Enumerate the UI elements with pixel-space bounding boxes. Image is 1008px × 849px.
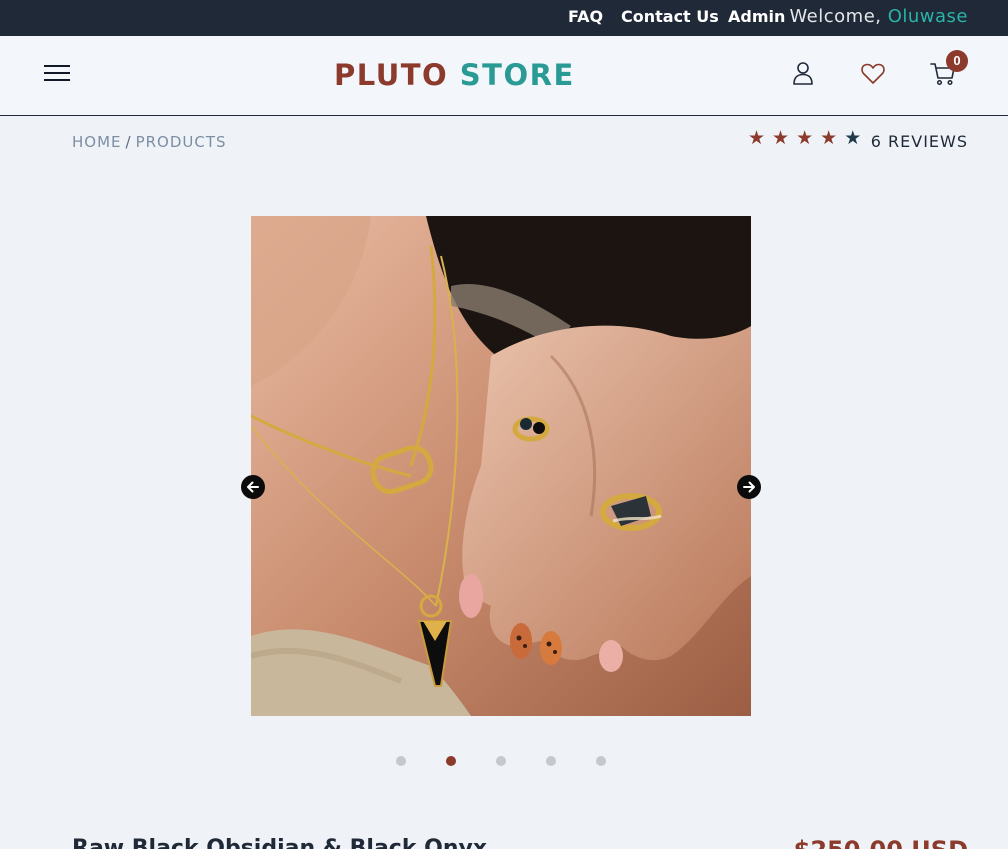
star-rating: ★ ★ ★ ★ ★	[748, 129, 861, 149]
star-icon: ★	[844, 128, 862, 149]
star-icon: ★	[820, 128, 838, 149]
breadcrumb: HOME / PRODUCTS	[72, 133, 227, 151]
logo-part2: STORE	[459, 58, 575, 92]
carousel-dot[interactable]	[546, 756, 556, 766]
breadcrumb-home[interactable]: HOME	[72, 133, 122, 151]
user-icon[interactable]	[791, 60, 815, 86]
breadcrumb-separator: /	[125, 133, 132, 151]
admin-link[interactable]: Admin	[728, 7, 785, 26]
top-bar: FAQ Contact Us Admin Welcome, Oluwase	[0, 0, 1008, 36]
wishlist-heart-icon[interactable]	[860, 62, 886, 86]
cart-count-badge[interactable]: 0	[946, 50, 968, 72]
logo-part1: PLUTO	[334, 58, 449, 92]
star-icon: ★	[748, 128, 766, 149]
star-icon: ★	[796, 128, 814, 149]
reviews-link[interactable]: 6 REVIEWS	[871, 132, 968, 151]
product-image	[251, 216, 751, 716]
product-price: $250.00 USD	[794, 836, 968, 849]
star-icon: ★	[772, 128, 790, 149]
breadcrumb-products[interactable]: PRODUCTS	[136, 133, 227, 151]
carousel-dot[interactable]	[596, 756, 606, 766]
contact-us-link[interactable]: Contact Us	[621, 7, 719, 26]
welcome-message: Welcome, Oluwase	[789, 6, 968, 27]
carousel-dot[interactable]	[446, 756, 456, 766]
product-title: Raw Black Obsidian & Black Onyx	[72, 836, 488, 849]
menu-icon[interactable]	[44, 64, 70, 82]
welcome-label: Welcome,	[789, 6, 888, 27]
carousel-dot[interactable]	[396, 756, 406, 766]
store-logo[interactable]: PLUTO STORE	[334, 58, 575, 92]
carousel-next-arrow-icon[interactable]	[737, 475, 761, 499]
jewelry-photo	[251, 216, 751, 716]
faq-link[interactable]: FAQ	[568, 7, 603, 26]
carousel-prev-arrow-icon[interactable]	[241, 475, 265, 499]
carousel-dots	[396, 756, 606, 766]
username[interactable]: Oluwase	[888, 6, 968, 27]
main-header: PLUTO STORE	[0, 36, 1008, 116]
carousel-dot[interactable]	[496, 756, 506, 766]
